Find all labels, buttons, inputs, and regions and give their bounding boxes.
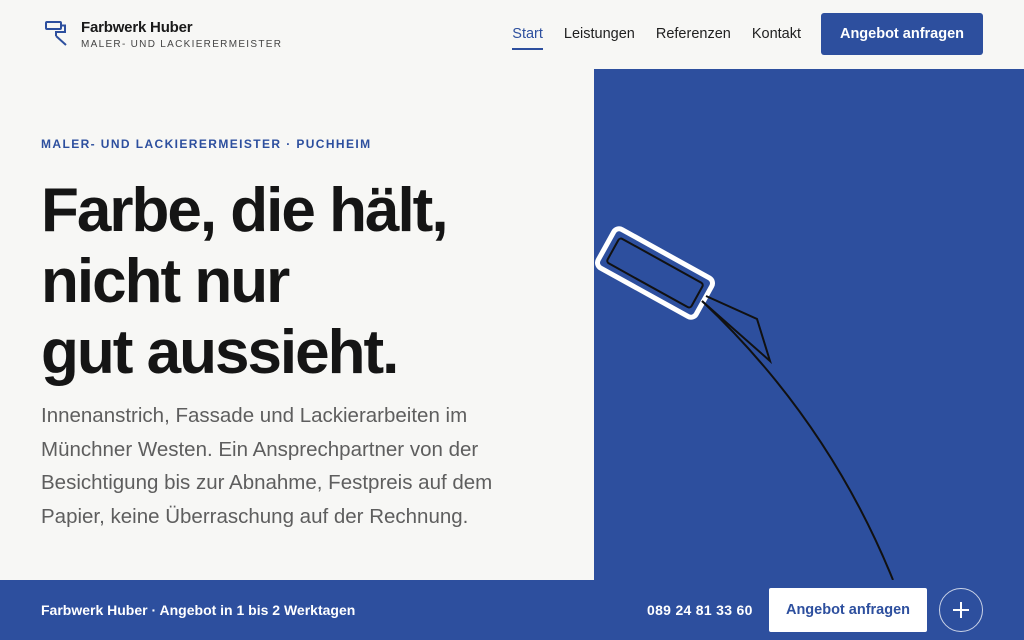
hero-lead: Innenanstrich, Fassade und Lackierarbeit…	[41, 404, 493, 528]
page: Farbwerk Huber MALER- UND LACKIERERMEIST…	[0, 0, 1024, 640]
bar-note: · Angebot in 1 bis 2 Werktagen	[147, 602, 356, 618]
request-quote-button[interactable]: Angebot anfragen	[821, 13, 983, 55]
nav-link-kontakt[interactable]: Kontakt	[752, 24, 801, 50]
brand-subtitle: MALER- UND LACKIERERMEISTER	[81, 39, 283, 50]
expand-button[interactable]	[939, 588, 983, 632]
nav-link-leistungen[interactable]: Leistungen	[564, 24, 635, 50]
sticky-contact-bar: Farbwerk Huber · Angebot in 1 bis 2 Werk…	[0, 580, 1024, 640]
paint-roller-icon	[45, 21, 67, 46]
bar-request-quote-button[interactable]: Angebot anfragen	[769, 588, 927, 632]
hero-headline: Farbe, die hält, nicht nur gut aussieht.	[41, 175, 581, 388]
paint-roller-illustration	[595, 226, 894, 580]
site-header: Farbwerk Huber MALER- UND LACKIERERMEIST…	[0, 0, 1024, 69]
hero-eyebrow: MALER- UND LACKIERERMEISTER · PUCHHEIM	[41, 137, 372, 151]
plus-icon	[953, 602, 969, 618]
brand-name: Farbwerk Huber	[81, 19, 193, 36]
nav-link-referenzen[interactable]: Referenzen	[656, 24, 731, 50]
hero-visual	[594, 69, 1024, 580]
phone-link[interactable]: 089 24 81 33 60	[647, 601, 753, 619]
bar-brand: Farbwerk Huber	[41, 602, 148, 618]
main-nav: Start Leistungen Referenzen Kontakt	[512, 24, 801, 50]
headline-line: nicht nur	[41, 247, 290, 316]
headline-line: Farbe, die hält,	[41, 176, 449, 245]
bar-info: Farbwerk Huber · Angebot in 1 bis 2 Werk…	[41, 601, 355, 619]
logo[interactable]: Farbwerk Huber MALER- UND LACKIERERMEIST…	[44, 20, 282, 52]
brand-text: Farbwerk Huber MALER- UND LACKIERERMEIST…	[81, 20, 282, 52]
nav-link-start[interactable]: Start	[512, 24, 543, 50]
headline-line: gut aussieht.	[41, 318, 399, 387]
